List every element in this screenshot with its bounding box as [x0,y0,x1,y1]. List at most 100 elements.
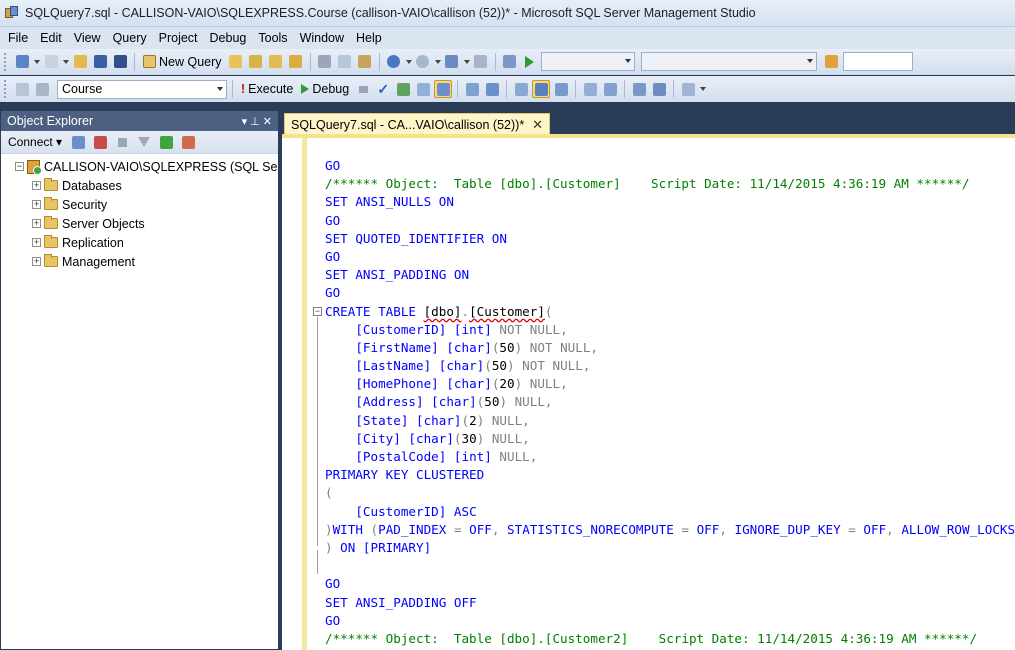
redo-button[interactable] [414,53,432,71]
copy-button[interactable] [336,53,354,71]
code-line: /****** Object: Table [dbo].[Customer2] … [325,630,1015,648]
panel-controls[interactable]: ▾ ⊥ ✕ [242,115,272,128]
execute-button[interactable]: ! Execute [238,79,296,99]
menu-help[interactable]: Help [350,31,388,45]
decrease-indent-button[interactable] [630,80,648,98]
folder-icon [44,178,58,191]
query-designer-button[interactable] [414,80,432,98]
activity-button[interactable] [179,133,197,151]
analysis-query-button[interactable] [247,53,265,71]
uncomment-button[interactable] [601,80,619,98]
save-all-button[interactable] [111,53,129,71]
play-icon [525,55,535,68]
navigate-backward-button[interactable] [443,53,461,71]
code-line: SET QUOTED_IDENTIFIER ON [325,230,1015,248]
code-line: SET ANSI_PADDING OFF [325,594,1015,612]
code-token: = [681,521,697,537]
results-to-text-button[interactable] [512,80,530,98]
debug-button[interactable]: Debug [298,79,352,99]
code-token: = [453,521,470,537]
connect-icon [15,82,29,96]
paste-button[interactable] [356,53,374,71]
dmx-query-button[interactable] [267,53,285,71]
code-token: 2 [469,412,477,428]
results-file-icon [554,82,568,96]
solution-config-combo[interactable] [540,52,635,71]
collapse-region-icon[interactable]: − [313,307,322,316]
database-select[interactable]: Course [57,79,227,99]
toolbar-grip[interactable] [4,52,8,71]
parse-button[interactable]: ✓ [374,80,392,98]
cancel-query-button[interactable] [354,80,372,98]
find-combo[interactable] [640,52,817,71]
menu-debug[interactable]: Debug [204,31,253,45]
connect-editor-button[interactable] [13,80,31,98]
expand-icon[interactable]: + [32,257,41,266]
search-field[interactable] [842,52,913,71]
query-editor[interactable]: − GO /****** Object: Table [dbo].[Custome… [282,134,1015,650]
xmla-query-button[interactable] [287,53,305,71]
change-connection-button[interactable] [33,80,51,98]
new-project-button[interactable] [13,53,31,71]
close-tab-icon[interactable]: ✕ [532,117,543,133]
menu-view[interactable]: View [68,31,107,45]
increase-indent-button[interactable] [650,80,668,98]
menu-edit[interactable]: Edit [34,31,68,45]
activity-monitor-button[interactable] [501,53,519,71]
expand-icon[interactable]: + [32,238,41,247]
start-debugging-button[interactable] [521,53,539,71]
document-tab-strip: SQLQuery7.sql - CA...VAIO\callison (52))… [282,110,1015,135]
tree-item-server-objects[interactable]: + Server Objects [1,214,278,233]
menu-project[interactable]: Project [153,31,204,45]
tree-server-node[interactable]: − CALLISON-VAIO\SQLEXPRESS (SQL Serve [1,157,278,176]
toolbar-grip-2[interactable] [4,80,8,98]
menu-query[interactable]: Query [107,31,153,45]
results-to-grid-button[interactable] [532,80,551,98]
code-line: )WITH (PAD_INDEX = OFF, STATISTICS_NOREC… [325,521,1015,539]
include-plan-button[interactable] [483,80,501,98]
comment-button[interactable] [581,80,599,98]
stop-button[interactable] [113,133,131,151]
code-line: ( [325,484,1015,502]
connect-button[interactable]: Connect ▾ [5,132,65,152]
folder-icon [44,216,58,229]
navigate-forward-button[interactable] [472,53,490,71]
expand-icon[interactable]: + [32,181,41,190]
filter-button[interactable] [135,133,153,151]
tree-item-label: Server Objects [62,216,145,231]
display-estimated-plan-button[interactable] [394,80,412,98]
open-file-button[interactable] [71,53,89,71]
tree-item-management[interactable]: + Management [1,252,278,271]
change-connection-icon [35,82,49,96]
new-query-button[interactable]: New Query [140,52,225,72]
intellisense-button[interactable] [463,80,481,98]
tree-item-security[interactable]: + Security [1,195,278,214]
tree-item-replication[interactable]: + Replication [1,233,278,252]
analyze-query-button[interactable] [434,80,453,98]
disconnect-button[interactable] [91,133,109,151]
code-line: GO [325,284,1015,302]
code-token: WITH [332,521,371,537]
tree-item-databases[interactable]: + Databases [1,176,278,195]
properties-button[interactable] [823,53,841,71]
undo-button[interactable] [385,53,403,71]
code-token: SET ANSI_PADDING ON [325,267,470,283]
menu-file[interactable]: File [2,31,34,45]
code-token: ) NULL, [476,430,530,446]
expand-icon[interactable]: + [32,200,41,209]
database-engine-query-button[interactable] [227,53,245,71]
specify-template-values-button[interactable] [679,80,697,98]
collapse-icon[interactable]: − [15,162,24,171]
tab-sqlquery7[interactable]: SQLQuery7.sql - CA...VAIO\callison (52))… [284,113,550,135]
results-to-file-button[interactable] [552,80,570,98]
menu-window[interactable]: Window [294,31,350,45]
cut-button[interactable] [316,53,334,71]
new-project-icon [15,55,29,68]
add-item-button[interactable] [42,53,60,71]
tree-item-label: Management [62,254,135,269]
connect-object-explorer-button[interactable] [69,133,87,151]
refresh-button[interactable] [157,133,175,151]
expand-icon[interactable]: + [32,219,41,228]
save-button[interactable] [91,53,109,71]
menu-tools[interactable]: Tools [252,31,293,45]
